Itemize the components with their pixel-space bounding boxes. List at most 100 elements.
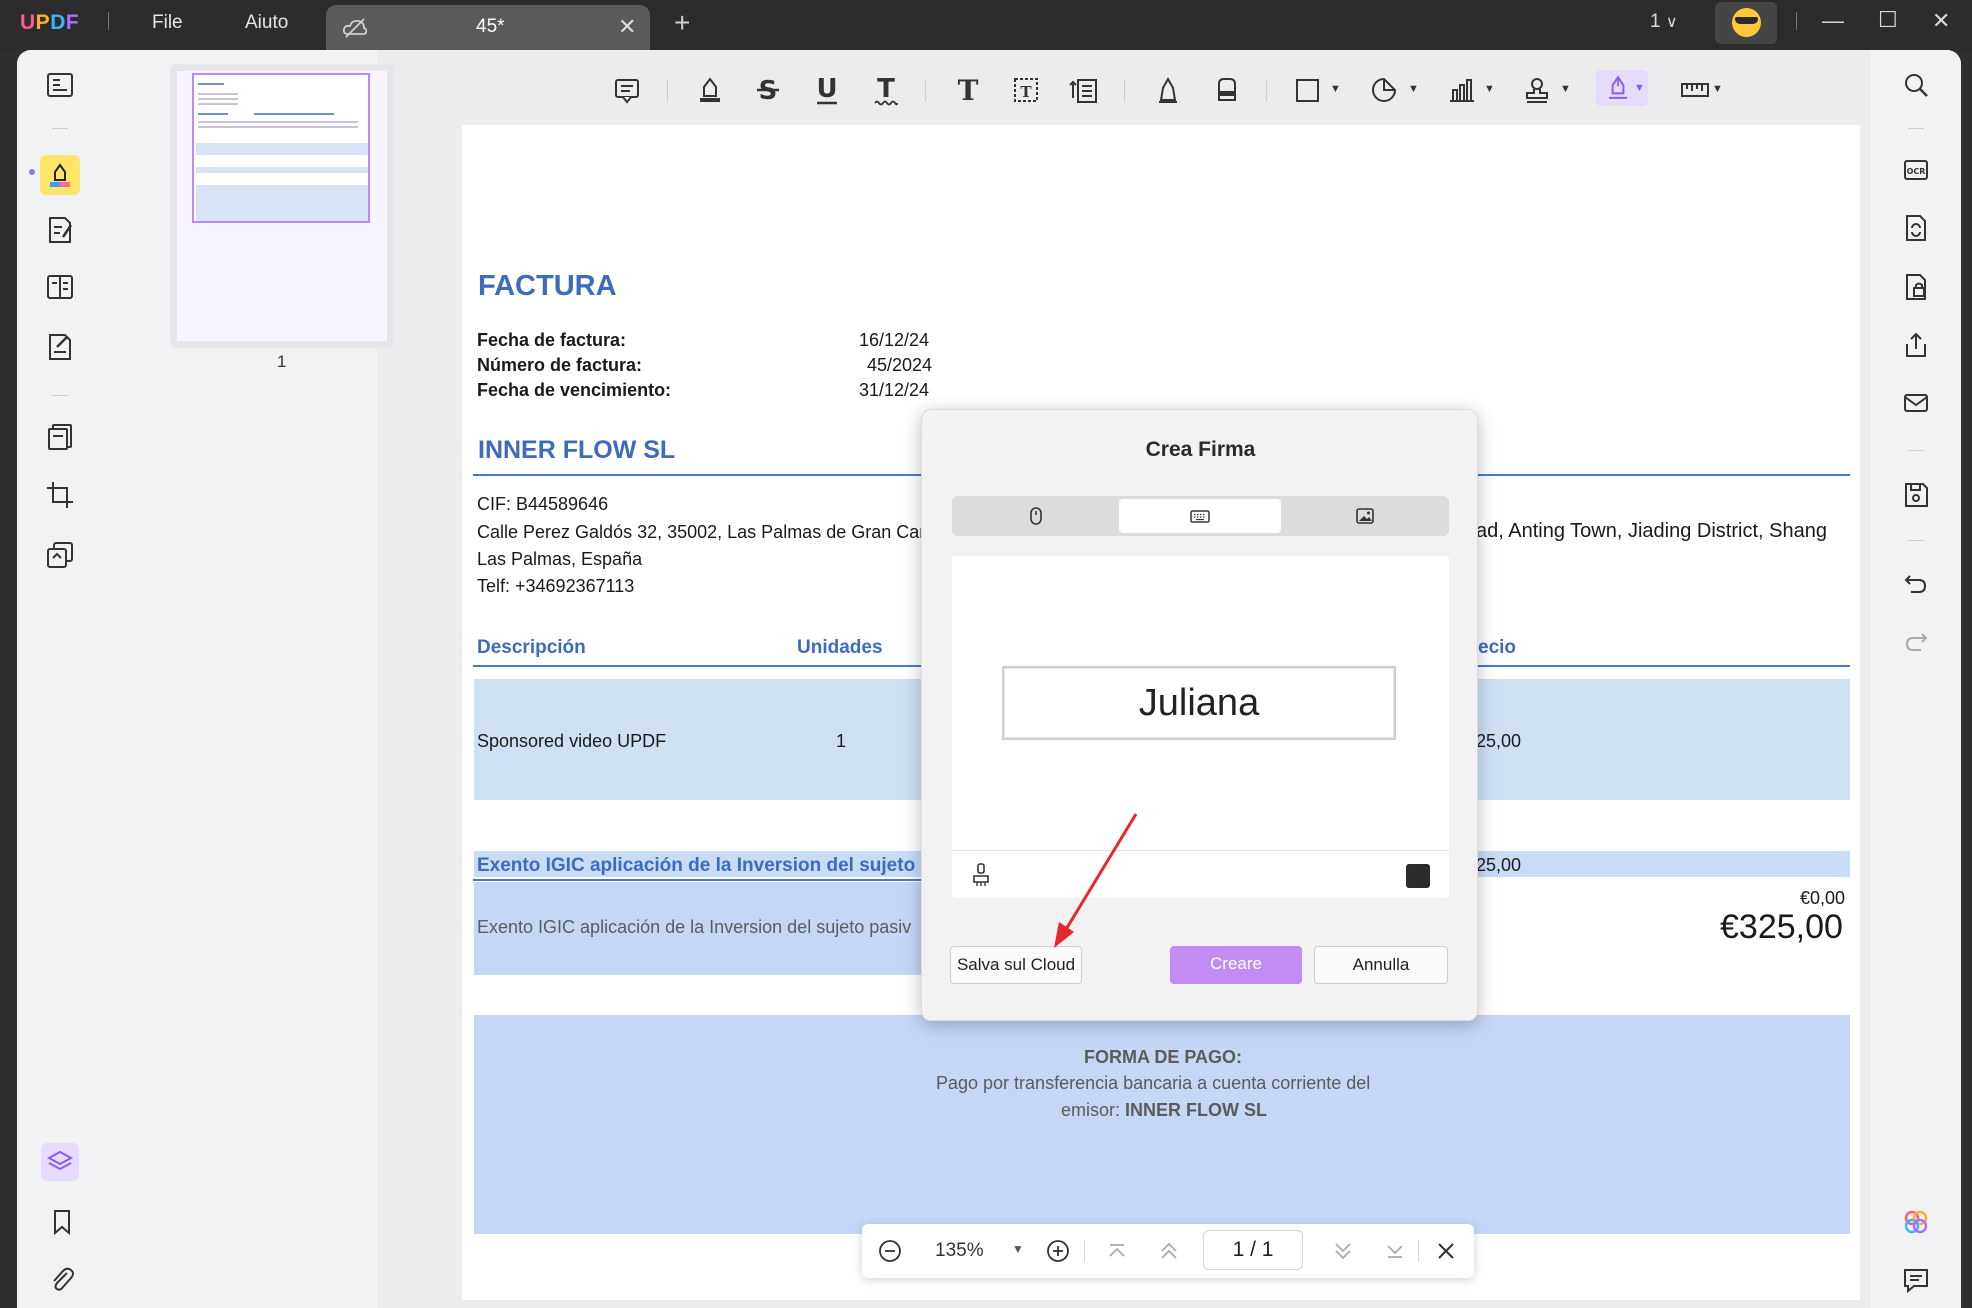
bookmark-icon[interactable] — [47, 1207, 77, 1237]
due-date: 31/12/24 — [859, 380, 930, 400]
column-price: ecio — [1478, 637, 1517, 658]
zoom-out-icon[interactable] — [876, 1237, 904, 1265]
page-number-input[interactable]: 1 / 1 — [1203, 1230, 1303, 1270]
next-page-icon[interactable] — [1329, 1237, 1357, 1265]
search-icon[interactable] — [1901, 70, 1931, 100]
new-tab-icon[interactable]: + — [674, 7, 690, 39]
comment-tool-active[interactable] — [40, 155, 80, 195]
signature-mode-tabs — [952, 496, 1449, 536]
tab-draw-mouse[interactable] — [955, 499, 1117, 533]
sticker-tool[interactable] — [1364, 70, 1404, 110]
avatar[interactable] — [1715, 2, 1777, 44]
menu-file[interactable]: File — [152, 12, 183, 34]
organize-pages-icon[interactable] — [45, 422, 75, 452]
signature-canvas[interactable]: Juliana — [952, 556, 1449, 898]
title-bar: UPDF File Aiuto 45* ✕ + 1 ∨ — ☐ ✕ — [0, 0, 1972, 50]
chevron-down-icon[interactable]: ▼ — [1712, 83, 1723, 95]
page-tools-icon[interactable] — [45, 540, 75, 570]
reader-icon[interactable] — [45, 70, 75, 100]
strikethrough-tool[interactable]: S — [748, 70, 788, 110]
brush-icon[interactable] — [970, 862, 992, 888]
form-icon[interactable] — [45, 272, 75, 302]
close-tab-icon[interactable]: ✕ — [618, 14, 636, 40]
thumbnail-page-number: 1 — [277, 352, 287, 371]
page-count-dropdown[interactable]: 1 ∨ — [1650, 11, 1678, 33]
menu-help[interactable]: Aiuto — [245, 12, 288, 34]
comments-icon[interactable] — [1901, 1265, 1931, 1295]
toolbar-separator — [667, 80, 668, 102]
signature-text-input[interactable]: Juliana — [1002, 666, 1396, 740]
ocr-icon[interactable]: OCR — [1901, 155, 1931, 185]
shape-tool[interactable] — [1288, 70, 1328, 110]
chevron-down-icon: ▼ — [1634, 82, 1645, 94]
save-icon[interactable] — [1901, 480, 1931, 510]
invoice-number-label: Número de factura: — [477, 355, 643, 375]
due-date-label: Fecha de vencimiento: — [477, 380, 672, 400]
textbox-tool[interactable]: T — [1006, 70, 1046, 110]
document-tab[interactable]: 45* ✕ — [326, 5, 650, 50]
measure-chart-tool[interactable] — [1442, 70, 1482, 110]
attachment-icon[interactable] — [47, 1265, 77, 1295]
layers-button[interactable] — [41, 1143, 79, 1181]
tab-image[interactable] — [1284, 499, 1446, 533]
tab-title: 45* — [476, 16, 505, 37]
payment-line-1: Pago por transferencia bancaria a cuenta… — [936, 1073, 1371, 1093]
textbox-icon: T — [1014, 78, 1038, 102]
underline-tool[interactable]: U — [807, 70, 847, 110]
strikethrough-icon: S — [757, 76, 779, 106]
zoom-dropdown-icon[interactable]: ▼ — [1012, 1242, 1024, 1256]
create-button[interactable]: Creare — [1170, 946, 1302, 984]
toolbar-separator — [925, 80, 926, 102]
text-tool[interactable]: T — [948, 70, 988, 110]
right-toolbar: OCR — [1871, 50, 1961, 1308]
ruler-tool[interactable] — [1674, 70, 1714, 110]
toolbar-separator — [1124, 80, 1125, 102]
chevron-down-icon[interactable]: ▼ — [1484, 83, 1495, 95]
minimize-icon[interactable]: — — [1822, 8, 1844, 34]
column-description: Descripción — [477, 637, 586, 658]
squiggly-tool[interactable]: T — [866, 70, 906, 110]
cancel-button[interactable]: Annulla — [1314, 946, 1448, 984]
email-icon[interactable] — [1901, 388, 1931, 418]
mouse-icon — [1030, 507, 1042, 525]
column-units: Unidades — [797, 637, 883, 658]
convert-icon[interactable] — [1901, 213, 1931, 243]
last-page-icon[interactable] — [1381, 1237, 1409, 1265]
comment-note-tool[interactable] — [607, 70, 647, 110]
tab-keyboard[interactable] — [1119, 499, 1281, 533]
highlight-tool[interactable] — [690, 70, 730, 110]
zoom-in-icon[interactable] — [1044, 1237, 1072, 1265]
zoombar-separator — [1418, 1240, 1419, 1262]
zoom-level[interactable]: 135% — [935, 1240, 984, 1262]
previous-page-icon[interactable] — [1155, 1237, 1183, 1265]
eraser-icon — [1218, 78, 1236, 101]
payment-line-2-prefix: emisor: — [1061, 1100, 1126, 1120]
chevron-down-icon[interactable]: ▼ — [1330, 83, 1341, 95]
stamp-tool[interactable] — [1517, 70, 1557, 110]
close-window-icon[interactable]: ✕ — [1932, 8, 1950, 34]
undo-icon[interactable] — [1901, 568, 1931, 598]
signature-tool[interactable]: ▼ — [1596, 70, 1648, 106]
text-callout-tool[interactable] — [1064, 70, 1104, 110]
fill-sign-icon[interactable] — [45, 332, 75, 362]
ai-assistant-icon[interactable] — [1901, 1207, 1931, 1237]
eraser-tool[interactable] — [1207, 70, 1247, 110]
protect-icon[interactable] — [1901, 272, 1931, 302]
redo-icon[interactable] — [1901, 626, 1931, 656]
maximize-icon[interactable]: ☐ — [1878, 7, 1898, 33]
crop-icon[interactable] — [45, 480, 75, 510]
rectangle-icon — [1296, 79, 1319, 102]
red-arrow-annotation — [1054, 813, 1138, 948]
chevron-down-icon[interactable]: ▼ — [1560, 83, 1571, 95]
chevron-down-icon[interactable]: ▼ — [1408, 83, 1419, 95]
first-page-icon[interactable] — [1103, 1237, 1131, 1265]
save-to-cloud-button[interactable]: Salva sul Cloud — [950, 946, 1082, 984]
ink-color-swatch[interactable] — [1406, 864, 1430, 888]
canvas-separator — [952, 850, 1449, 851]
dialog-title: Crea Firma — [1145, 438, 1256, 461]
pencil-tool[interactable] — [1148, 70, 1188, 110]
share-icon[interactable] — [1901, 330, 1931, 360]
close-zoombar-icon[interactable] — [1432, 1237, 1460, 1265]
edit-pdf-icon[interactable] — [45, 215, 75, 245]
title-separator — [108, 12, 109, 30]
